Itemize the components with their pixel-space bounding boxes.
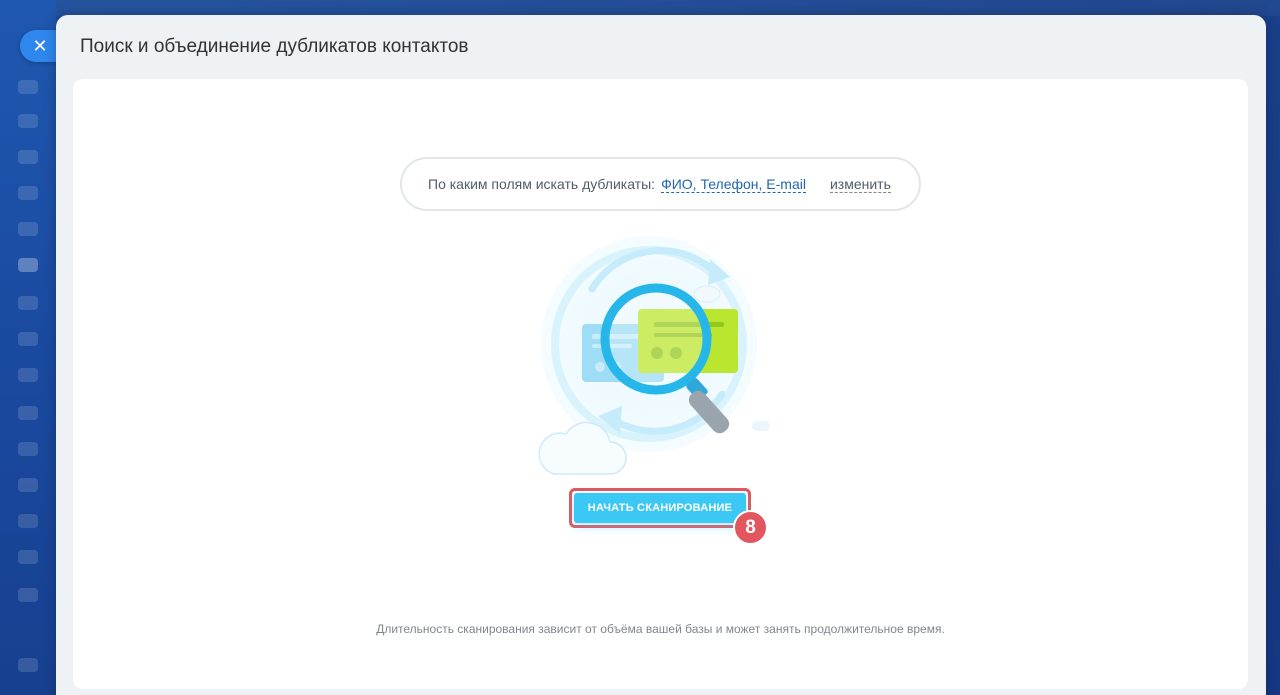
search-fields-label: По каким полям искать дубликаты: bbox=[428, 176, 656, 192]
content-card: По каким полям искать дубликаты: ФИО, Те… bbox=[73, 79, 1248, 689]
step-number-badge: 8 bbox=[733, 510, 768, 545]
close-slider-button[interactable]: ✕ bbox=[20, 30, 60, 62]
start-scan-highlight: НАЧАТЬ СКАНИРОВАНИЕ bbox=[569, 488, 751, 528]
close-icon: ✕ bbox=[32, 36, 48, 56]
background-menu-icon bbox=[18, 658, 38, 672]
duplicates-slider: Поиск и объединение дубликатов контактов… bbox=[56, 15, 1266, 695]
background-app-topbar bbox=[56, 0, 1280, 16]
background-menu-icon bbox=[18, 550, 38, 564]
background-menu-icon bbox=[18, 296, 38, 310]
change-fields-link[interactable]: изменить bbox=[829, 176, 891, 193]
page-title: Поиск и объединение дубликатов контактов bbox=[80, 36, 469, 57]
background-menu-icon bbox=[18, 514, 38, 528]
background-menu-icon bbox=[18, 332, 38, 346]
start-scan-button[interactable]: НАЧАТЬ СКАНИРОВАНИЕ bbox=[574, 493, 746, 523]
background-menu-icon bbox=[18, 588, 38, 602]
background-menu-icon bbox=[18, 368, 38, 382]
background-app-sidebar bbox=[0, 0, 56, 695]
background-menu-icon bbox=[18, 222, 38, 236]
background-menu-icon bbox=[18, 478, 38, 492]
background-menu-icon bbox=[18, 442, 38, 456]
background-menu-icon bbox=[18, 80, 38, 94]
magnifier-duplicates-illustration bbox=[532, 229, 772, 479]
scan-duration-note: Длительность сканирования зависит от объ… bbox=[376, 622, 945, 636]
background-menu-icon bbox=[18, 406, 38, 420]
search-fields-value-link[interactable]: ФИО, Телефон, E-mail bbox=[661, 176, 806, 193]
background-menu-icon bbox=[18, 114, 38, 128]
background-menu-icon bbox=[18, 258, 38, 272]
search-fields-selector: По каким полям искать дубликаты: ФИО, Те… bbox=[400, 157, 921, 211]
background-menu-icon bbox=[18, 150, 38, 164]
background-menu-icon bbox=[18, 186, 38, 200]
